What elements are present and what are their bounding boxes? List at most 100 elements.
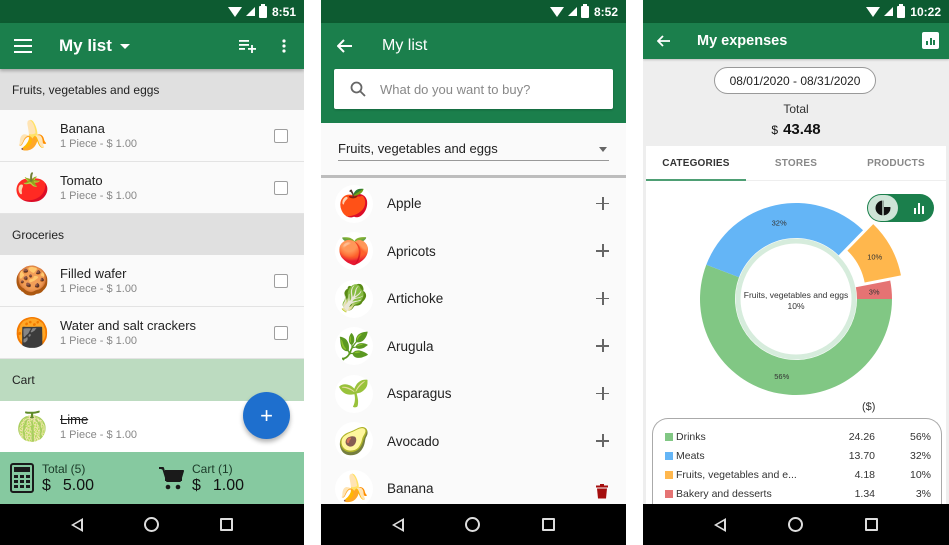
chart-type-switch[interactable] <box>867 194 934 222</box>
add-icon[interactable] <box>592 194 612 214</box>
total-summary: Total (5) $5.00 <box>0 462 152 495</box>
crackers-image: 🍘 <box>14 317 50 348</box>
pie-chart-option[interactable] <box>868 195 898 221</box>
item-checkbox[interactable] <box>274 128 288 143</box>
hamburger-menu-icon[interactable] <box>5 28 41 64</box>
category-dropdown[interactable]: Fruits, vegetables and eggs <box>321 123 626 178</box>
status-time: 10:22 <box>910 4 941 19</box>
legend-name: Fruits, vegetables and e... <box>676 468 797 481</box>
product-row[interactable]: 🥬 Artichoke <box>321 275 626 323</box>
more-vert-icon[interactable] <box>266 28 302 64</box>
add-products-screen: 8:52 My list Fruits, vegetables and eggs… <box>321 0 626 545</box>
legend-row[interactable]: Bakery and desserts 1.34 3% <box>665 484 931 503</box>
page-title: My expenses <box>697 33 788 49</box>
nav-home-icon[interactable] <box>143 517 159 532</box>
bar-chart-icon[interactable] <box>922 32 939 49</box>
legend-row[interactable]: Drinks 24.26 56% <box>665 427 931 446</box>
legend-percent: 56% <box>909 430 931 443</box>
legend-table: Drinks 24.26 56% Meats 13.70 32% Fruits,… <box>652 418 942 518</box>
cart-currency: $ <box>192 476 201 494</box>
total-label: Total (5) <box>42 461 86 476</box>
add-icon[interactable] <box>592 289 612 309</box>
list-item[interactable]: 🍪 Filled wafer 1 Piece - $ 1.00 <box>0 255 304 307</box>
search-icon <box>350 81 366 97</box>
delete-icon[interactable] <box>592 479 612 499</box>
back-arrow-icon[interactable] <box>646 23 682 59</box>
bar-chart-option-icon[interactable] <box>913 202 924 214</box>
expenses-screen: 10:22 My expenses 08/01/2020 - 08/31/202… <box>643 0 949 545</box>
tab-categories[interactable]: CATEGORIES <box>646 146 746 181</box>
slice-percent-label: 56% <box>774 372 789 381</box>
add-icon[interactable] <box>592 431 612 451</box>
list-item[interactable]: 🍌 Banana 1 Piece - $ 1.00 <box>0 110 304 162</box>
add-item-button[interactable]: + <box>243 392 290 439</box>
item-name: Tomato <box>60 173 103 188</box>
product-row[interactable]: 🥑 Avocado <box>321 418 626 466</box>
product-name: Artichoke <box>387 291 444 307</box>
item-checkbox[interactable] <box>274 180 288 195</box>
date-range-button[interactable]: 08/01/2020 - 08/31/2020 <box>714 67 876 94</box>
list-selector[interactable]: My list <box>59 36 130 56</box>
add-icon[interactable] <box>592 336 612 356</box>
status-time: 8:52 <box>593 4 618 19</box>
slice-percent-label: 10% <box>867 252 882 261</box>
app-bar: My expenses <box>643 23 949 59</box>
legend-swatch <box>665 489 673 498</box>
nav-recents-icon[interactable] <box>542 518 556 531</box>
item-name: Filled wafer <box>60 266 127 281</box>
plus-icon: + <box>260 402 273 428</box>
legend-swatch <box>665 470 673 479</box>
product-name: Asparagus <box>387 386 452 402</box>
product-row[interactable]: 🍎 Apple <box>321 180 626 228</box>
legend-row[interactable]: Fruits, vegetables and e... 4.18 10% <box>665 465 931 484</box>
shopping-list-screen: 8:51 My list Fruits, vegetables and eggs… <box>0 0 304 545</box>
status-time: 8:51 <box>271 4 296 19</box>
page-title: My list <box>59 36 112 55</box>
legend-amount: 4.18 <box>854 468 875 481</box>
status-bar: 8:51 <box>0 0 304 23</box>
back-arrow-icon[interactable] <box>327 28 363 64</box>
nav-recents-icon[interactable] <box>865 518 878 531</box>
list-item[interactable]: 🍘 Water and salt crackers 1 Piece - $ 1.… <box>0 307 304 359</box>
nav-home-icon[interactable] <box>788 517 803 532</box>
product-row[interactable]: 🌿 Arugula <box>321 323 626 371</box>
tab-products[interactable]: PRODUCTS <box>846 146 946 180</box>
search-input[interactable] <box>380 81 580 97</box>
artichoke-image: 🥬 <box>335 279 373 318</box>
legend-amount: 13.70 <box>848 449 875 462</box>
item-detail: 1 Piece - $ 1.00 <box>60 335 138 347</box>
nav-back-icon[interactable] <box>391 517 404 532</box>
status-bar: 10:22 <box>643 0 949 23</box>
product-row[interactable]: 🌱 Asparagus <box>321 370 626 418</box>
total-currency: $ <box>771 123 779 137</box>
playlist-add-icon[interactable] <box>230 28 266 64</box>
list-item[interactable]: 🍅 Tomato 1 Piece - $ 1.00 <box>0 162 304 214</box>
category-selected: Fruits, vegetables and eggs <box>338 141 498 156</box>
legend-percent: 3% <box>915 487 931 500</box>
signal-icon <box>884 7 894 16</box>
total-amount: $43.48 <box>643 121 949 139</box>
item-checkbox[interactable] <box>274 325 288 340</box>
item-checkbox[interactable] <box>274 273 288 288</box>
add-icon[interactable] <box>592 384 612 404</box>
tab-stores[interactable]: STORES <box>746 146 846 180</box>
total-label: Total <box>783 102 809 116</box>
search-box[interactable] <box>334 69 613 109</box>
legend-row[interactable]: Meats 13.70 32% <box>665 446 931 465</box>
battery-icon <box>580 3 589 18</box>
section-header: Groceries <box>0 214 304 255</box>
product-list: 🍎 Apple 🍑 Apricots 🥬 Artichoke 🌿 Arugula… <box>321 178 626 513</box>
nav-recents-icon[interactable] <box>220 518 234 531</box>
product-row[interactable]: 🍑 Apricots <box>321 228 626 276</box>
nav-back-icon[interactable] <box>714 517 726 532</box>
nav-back-icon[interactable] <box>70 517 83 532</box>
legend-unit: ($) <box>862 401 876 413</box>
lime-image: 🍈 <box>14 411 50 442</box>
add-icon[interactable] <box>592 241 612 261</box>
total-value: 5.00 <box>62 476 95 494</box>
pie-chart-icon <box>875 200 891 216</box>
legend-name: Meats <box>676 449 705 462</box>
nav-home-icon[interactable] <box>465 517 481 532</box>
expenses-card: CATEGORIES STORES PRODUCTS 56% 32% 10% 3% F… <box>646 146 946 518</box>
product-name: Avocado <box>387 433 440 449</box>
